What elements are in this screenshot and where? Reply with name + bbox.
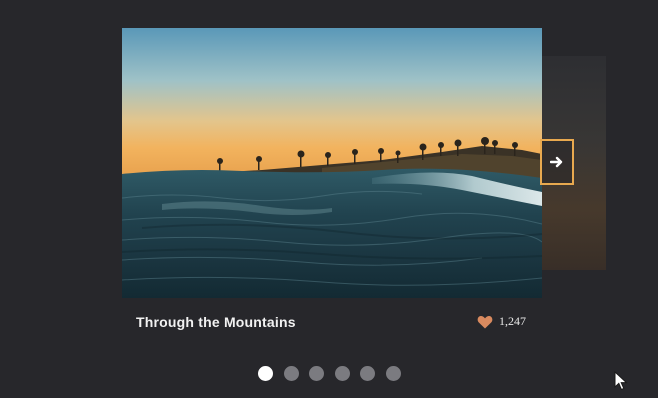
pagination-dot-6[interactable] [385, 365, 401, 381]
heart-icon[interactable] [477, 315, 493, 329]
pagination-dot-5[interactable] [360, 365, 375, 381]
slide-caption: Through the Mountains 1,247 [122, 298, 542, 348]
slide-title: Through the Mountains [136, 314, 296, 330]
pagination-dot-1[interactable] [258, 365, 273, 381]
ocean-sunset-photo [122, 28, 542, 298]
next-slide-button[interactable] [540, 139, 574, 185]
pagination-dot-4[interactable] [334, 365, 350, 381]
mouse-cursor-icon [614, 371, 628, 391]
pagination-dot-3[interactable] [309, 365, 324, 381]
like-count: 1,247 [499, 314, 526, 328]
slide-image[interactable] [122, 28, 542, 298]
like-counter[interactable]: 1,247 [477, 314, 526, 329]
pagination-dot-2[interactable] [283, 365, 299, 381]
carousel-pagination [258, 365, 411, 381]
arrow-right-icon [550, 156, 563, 168]
carousel: Through the Mountains 1,247 [0, 0, 658, 398]
